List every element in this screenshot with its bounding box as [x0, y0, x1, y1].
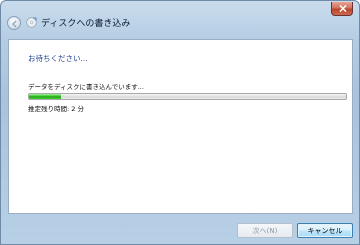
close-icon: [339, 5, 347, 12]
time-remaining-label: 推定残り時間: 2 分: [28, 105, 84, 113]
content-panel: お待ちください... データをディスクに書き込んでいます... 推定残り時間: …: [8, 39, 353, 214]
close-button[interactable]: [331, 2, 353, 16]
title-bar: ディスクへの書き込み: [1, 1, 359, 37]
wizard-window: ディスクへの書き込み お待ちください... データをディスクに書き込んでいます.…: [0, 0, 360, 245]
cancel-button[interactable]: キャンセル: [297, 223, 353, 238]
next-button[interactable]: 次へ(N): [237, 223, 293, 238]
back-button[interactable]: [7, 16, 21, 30]
progress-fill: [29, 94, 61, 99]
status-text: データをディスクに書き込んでいます...: [28, 83, 144, 91]
back-arrow-icon: [11, 20, 17, 28]
button-bar: 次へ(N) キャンセル: [1, 215, 359, 244]
page-heading: お待ちください...: [28, 54, 88, 63]
disc-burn-icon: [26, 17, 37, 28]
window-title: ディスクへの書き込み: [41, 19, 131, 29]
progress-bar: [28, 93, 347, 100]
